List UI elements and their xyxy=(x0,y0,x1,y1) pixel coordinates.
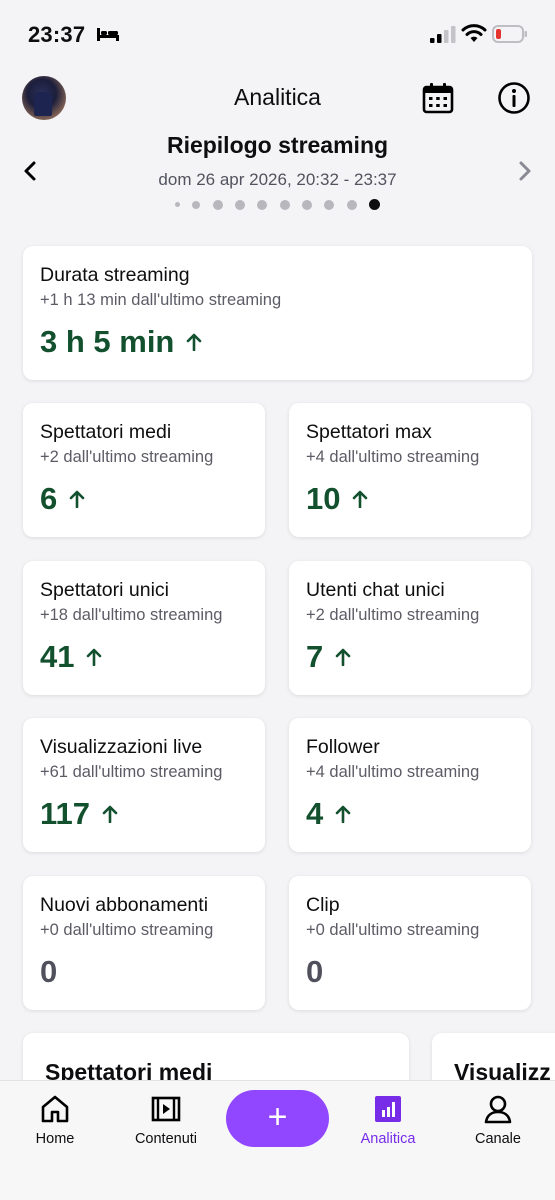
chevron-right-icon[interactable] xyxy=(513,158,537,184)
card-value-text: 41 xyxy=(40,639,75,674)
card-label: Spettatori unici xyxy=(40,579,169,601)
nav-label: Home xyxy=(35,1131,75,1147)
page-title: Analitica xyxy=(234,84,321,110)
card-comparison: +61 dall'ultimo streaming xyxy=(40,763,223,781)
video-clip-icon xyxy=(151,1096,181,1122)
page-dot[interactable] xyxy=(257,199,268,210)
duration-card[interactable]: Durata streaming +1 h 13 min dall'ultimo… xyxy=(23,246,532,380)
card-label: Clip xyxy=(306,894,340,916)
card-value: 3 h 5 min xyxy=(40,324,202,360)
page-indicator[interactable] xyxy=(0,199,555,210)
avg-viewers-card[interactable]: Spettatori medi +2 dall'ultimo streaming… xyxy=(23,403,265,537)
card-value-text: 0 xyxy=(40,954,58,989)
card-comparison: +4 dall'ultimo streaming xyxy=(306,763,480,781)
nav-home[interactable]: Home xyxy=(5,1093,105,1147)
wifi-icon xyxy=(461,24,487,42)
card-comparison: +2 dall'ultimo streaming xyxy=(306,606,480,624)
page-dot[interactable] xyxy=(212,199,223,210)
card-value-text: 3 h 5 min xyxy=(40,324,175,359)
card-value: 0 xyxy=(306,954,323,990)
arrow-up-icon xyxy=(87,648,102,666)
card-value: 4 xyxy=(306,796,351,832)
card-comparison: +0 dall'ultimo streaming xyxy=(306,921,480,939)
page-dot[interactable] xyxy=(279,199,290,210)
page-dot-active[interactable] xyxy=(369,199,381,210)
page-dot[interactable] xyxy=(346,199,357,210)
card-value: 7 xyxy=(306,639,351,675)
card-value: 10 xyxy=(306,481,368,517)
nav-label: Canale xyxy=(475,1131,521,1147)
card-value-text: 6 xyxy=(40,481,58,516)
card-label: Spettatori medi xyxy=(40,421,172,443)
max-viewers-card[interactable]: Spettatori max +4 dall'ultimo streaming … xyxy=(289,403,531,537)
summary-title: Riepilogo streaming xyxy=(166,132,389,158)
card-label: Nuovi abbonamenti xyxy=(40,894,209,916)
card-value: 6 xyxy=(40,481,85,517)
user-icon xyxy=(484,1095,512,1124)
card-value-text: 10 xyxy=(306,481,341,516)
card-label: Visualizzazioni live xyxy=(40,736,203,758)
arrow-up-icon xyxy=(353,490,368,508)
card-value-text: 117 xyxy=(40,796,91,831)
card-value-text: 4 xyxy=(306,796,324,831)
battery-icon xyxy=(492,25,527,43)
card-label: Follower xyxy=(306,736,380,758)
followers-card[interactable]: Follower +4 dall'ultimo streaming 4 xyxy=(289,718,531,852)
nav-content[interactable]: Contenuti xyxy=(116,1093,216,1147)
plus-icon: + xyxy=(267,1098,288,1136)
analytics-icon xyxy=(375,1096,401,1122)
bed-icon xyxy=(97,28,119,41)
page-dot[interactable] xyxy=(192,200,201,209)
arrow-up-icon xyxy=(187,333,202,351)
card-comparison: +0 dall'ultimo streaming xyxy=(40,921,214,939)
live-views-card[interactable]: Visualizzazioni live +61 dall'ultimo str… xyxy=(23,718,265,852)
card-value: 41 xyxy=(40,639,102,675)
card-value-text: 7 xyxy=(306,639,324,674)
nav-label: Analitica xyxy=(360,1131,416,1147)
card-comparison: +1 h 13 min dall'ultimo streaming xyxy=(40,291,282,309)
status-time: 23:37 xyxy=(28,22,86,47)
summary-date-range: dom 26 apr 2026, 20:32 - 23:37 xyxy=(158,170,397,189)
page-dot[interactable] xyxy=(234,199,245,210)
create-button[interactable]: + xyxy=(226,1090,329,1147)
info-icon[interactable] xyxy=(496,80,532,116)
arrow-up-icon xyxy=(335,648,351,666)
card-comparison: +4 dall'ultimo streaming xyxy=(306,448,480,466)
arrow-up-icon xyxy=(335,805,351,823)
card-comparison: +18 dall'ultimo streaming xyxy=(40,606,223,624)
page-dot[interactable] xyxy=(174,202,180,207)
cellular-signal-icon xyxy=(430,26,456,43)
card-label: Spettatori max xyxy=(306,421,432,443)
nav-analytics[interactable]: Analitica xyxy=(338,1093,438,1147)
status-bar: 23:37 xyxy=(0,0,555,70)
page-dot[interactable] xyxy=(302,199,313,210)
arrow-up-icon xyxy=(102,805,118,823)
card-value: 117 xyxy=(40,796,118,832)
home-icon xyxy=(41,1095,69,1123)
new-subscriptions-card[interactable]: Nuovi abbonamenti +0 dall'ultimo streami… xyxy=(23,876,265,1010)
page-dot[interactable] xyxy=(324,199,335,210)
card-value-text: 0 xyxy=(306,954,324,989)
card-comparison: +2 dall'ultimo streaming xyxy=(40,448,214,466)
card-label: Durata streaming xyxy=(40,264,190,286)
nav-label: Contenuti xyxy=(134,1131,198,1147)
unique-viewers-card[interactable]: Spettatori unici +18 dall'ultimo streami… xyxy=(23,561,265,695)
arrow-up-icon xyxy=(69,490,85,508)
nav-channel[interactable]: Canale xyxy=(448,1093,548,1147)
bottom-nav: Home Contenuti + Analitica Canale xyxy=(0,1080,555,1200)
card-label: Utenti chat unici xyxy=(306,579,445,601)
calendar-icon[interactable] xyxy=(420,80,456,116)
unique-chatters-card[interactable]: Utenti chat unici +2 dall'ultimo streami… xyxy=(289,561,531,695)
card-value: 0 xyxy=(40,954,57,990)
clips-card[interactable]: Clip +0 dall'ultimo streaming 0 xyxy=(289,876,531,1010)
